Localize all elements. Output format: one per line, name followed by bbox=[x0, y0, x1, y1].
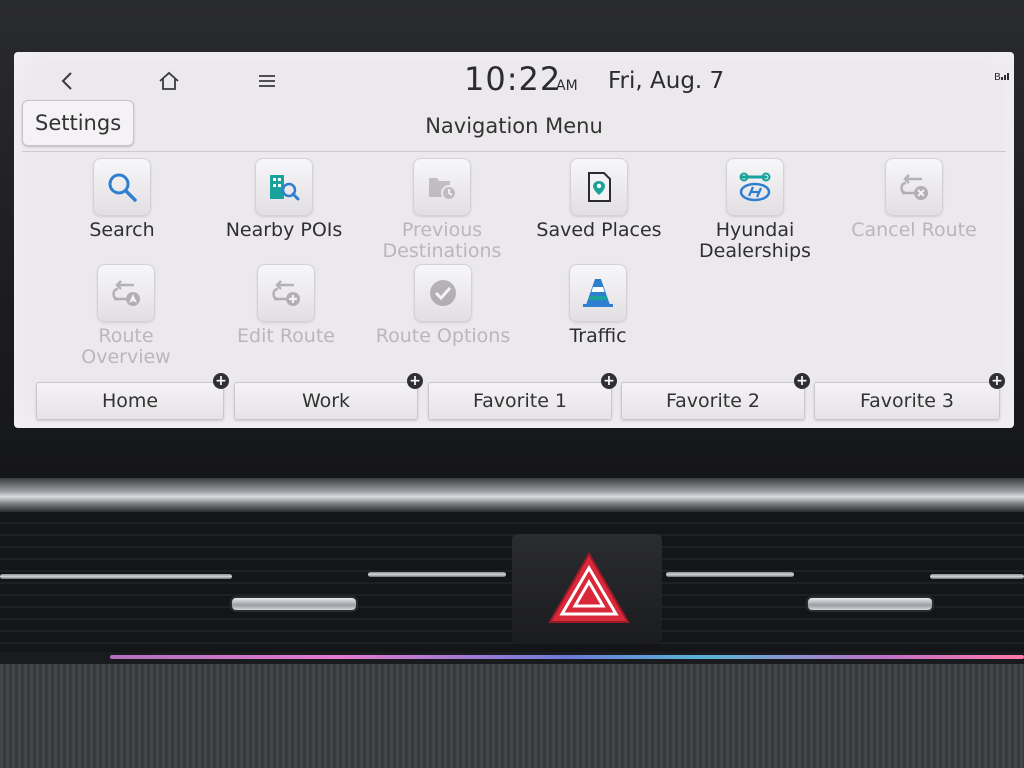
menu-item-hyundai-dealerships[interactable]: Hyundai Dealerships bbox=[680, 158, 830, 262]
header-divider bbox=[22, 151, 1006, 152]
favorite-label: Home bbox=[101, 390, 159, 412]
lower-dash-panel bbox=[0, 664, 1024, 768]
favorite-label: Favorite 1 bbox=[472, 390, 568, 412]
clock-time: 10:22 bbox=[464, 60, 562, 98]
add-favorite-icon[interactable]: + bbox=[794, 373, 810, 389]
vent-slat bbox=[930, 574, 1024, 579]
chevron-left-icon[interactable] bbox=[52, 66, 82, 96]
favorite-2-button[interactable]: Favorite 2 + bbox=[621, 373, 810, 420]
vent-handle-left[interactable] bbox=[232, 598, 356, 610]
menu-item-label-line: Hyundai bbox=[715, 219, 795, 241]
signal-label: B bbox=[994, 72, 1001, 83]
menu-item-previous-destinations[interactable]: Previous Destinations bbox=[367, 158, 517, 262]
menu-item-label-line: Route bbox=[98, 325, 154, 347]
menu-item-label-line: Destinations bbox=[382, 240, 502, 262]
favorite-3-button[interactable]: Favorite 3 + bbox=[814, 373, 1005, 420]
edit-route-icon bbox=[257, 264, 315, 322]
favorite-home-button[interactable]: Home + bbox=[36, 373, 229, 420]
hazard-button[interactable] bbox=[546, 550, 632, 626]
clock-ampm: AM bbox=[556, 78, 578, 94]
add-favorite-icon[interactable]: + bbox=[989, 373, 1005, 389]
menu-item-label: Search bbox=[89, 219, 155, 241]
menu-item-traffic[interactable]: Traffic bbox=[523, 264, 673, 347]
menu-item-label: Route Overview bbox=[51, 326, 201, 368]
favorite-1-button[interactable]: Favorite 1 + bbox=[428, 373, 617, 420]
add-favorite-icon[interactable]: + bbox=[213, 373, 229, 389]
hazard-panel bbox=[512, 534, 662, 644]
previous-destinations-icon bbox=[413, 158, 471, 216]
favorite-label: Favorite 3 bbox=[859, 390, 955, 412]
menu-item-label-line: Previous bbox=[401, 219, 483, 241]
add-favorite-icon[interactable]: + bbox=[407, 373, 423, 389]
menu-item-edit-route[interactable]: Edit Route bbox=[211, 264, 361, 347]
chrome-trim bbox=[0, 478, 1024, 512]
route-overview-icon bbox=[97, 264, 155, 322]
cancel-route-icon bbox=[885, 158, 943, 216]
menu-item-label: Edit Route bbox=[237, 325, 335, 347]
menu-item-cancel-route[interactable]: Cancel Route bbox=[839, 158, 989, 241]
status-bar: 10:22 AM Fri, Aug. 7 B bbox=[14, 52, 1014, 108]
vent-slat bbox=[0, 574, 232, 579]
add-favorite-icon[interactable]: + bbox=[601, 373, 617, 389]
search-icon bbox=[93, 158, 151, 216]
hazard-triangle-icon bbox=[548, 551, 630, 623]
menu-item-label: Nearby POIs bbox=[225, 219, 343, 241]
menu-item-nearby-pois[interactable]: Nearby POIs bbox=[209, 158, 359, 241]
page-title: Navigation Menu bbox=[425, 114, 603, 138]
menu-item-route-options[interactable]: Route Options bbox=[368, 264, 518, 347]
menu-item-route-overview[interactable]: Route Overview bbox=[51, 264, 201, 368]
menu-item-label-line: Dealerships bbox=[699, 240, 811, 262]
menu-item-label: Route Options bbox=[375, 325, 511, 347]
infotainment-screen: 10:22 AM Fri, Aug. 7 B Settings Navigati… bbox=[14, 52, 1014, 428]
favorite-label: Work bbox=[301, 390, 351, 412]
nearby-pois-icon bbox=[255, 158, 313, 216]
date-display: Fri, Aug. 7 bbox=[608, 68, 725, 94]
menu-item-label: Hyundai Dealerships bbox=[680, 220, 830, 262]
ambient-light-strip bbox=[110, 655, 1024, 659]
favorite-work-button[interactable]: Work + bbox=[234, 373, 423, 420]
vent-slat bbox=[368, 572, 506, 577]
hyundai-dealer-icon bbox=[726, 158, 784, 216]
menu-item-label: Saved Places bbox=[536, 219, 662, 241]
vent-slat bbox=[666, 572, 794, 577]
route-options-icon bbox=[414, 264, 472, 322]
favorite-label: Favorite 2 bbox=[665, 390, 761, 412]
menu-item-label: Cancel Route bbox=[851, 219, 977, 241]
vent-handle-right[interactable] bbox=[808, 598, 932, 610]
saved-places-icon bbox=[570, 158, 628, 216]
hamburger-icon[interactable] bbox=[252, 66, 282, 96]
menu-item-search[interactable]: Search bbox=[47, 158, 197, 241]
menu-item-label-line: Overview bbox=[81, 346, 171, 368]
menu-item-label: Traffic bbox=[569, 325, 627, 347]
menu-item-saved-places[interactable]: Saved Places bbox=[524, 158, 674, 241]
menu-item-label: Previous Destinations bbox=[367, 220, 517, 262]
home-icon[interactable] bbox=[154, 66, 184, 96]
bluetooth-signal-icon: B bbox=[994, 70, 1011, 83]
traffic-cone-icon bbox=[569, 264, 627, 322]
